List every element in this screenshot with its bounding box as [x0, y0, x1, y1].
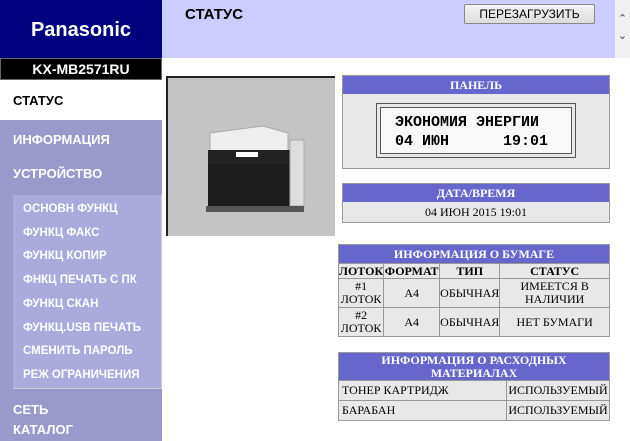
model-name: KX-MB2571RU: [0, 58, 162, 80]
header: СТАТУС ПЕРЕЗАГРУЗИТЬ: [162, 0, 615, 58]
scroll-down-icon[interactable]: ⌄: [615, 29, 630, 42]
lcd-display: ЭКОНОМИЯ ЭНЕРГИИ 04 ИЮН 19:01: [376, 103, 576, 158]
col-tray: ЛОТОК: [337, 263, 385, 279]
cell: ОБЫЧНАЯ: [439, 278, 501, 308]
table-row: БАРАБАН ИСПОЛЬЗУЕМЫЙ: [338, 400, 610, 421]
sidebar-item-device[interactable]: УСТРОЙСТВО: [13, 166, 102, 181]
submenu-change-password[interactable]: СМЕНИТЬ ПАРОЛЬ: [23, 345, 133, 357]
reload-button[interactable]: ПЕРЕЗАГРУЗИТЬ: [464, 4, 595, 24]
header-scrollbar[interactable]: ⌃ ⌄: [615, 0, 630, 58]
submenu-usb-print[interactable]: ФУНКЦ.USB ПЕЧАТЬ: [23, 322, 141, 334]
consumables-section: ИНФОРМАЦИЯ О РАСХОДНЫХ МАТЕРИАЛАХ ТОНЕР …: [338, 352, 610, 421]
page-title: СТАТУС: [185, 6, 244, 23]
printer-icon: [206, 125, 305, 212]
sidebar-item-network[interactable]: СЕТЬ: [13, 402, 48, 417]
submenu-basic[interactable]: ОСНОВН ФУНКЦ: [23, 203, 118, 215]
sidebar: ИНФОРМАЦИЯ УСТРОЙСТВО ОСНОВН ФУНКЦ ФУНКЦ…: [0, 120, 162, 441]
cell: ИСПОЛЬЗУЕМЫЙ: [506, 400, 610, 421]
cell: ИСПОЛЬЗУЕМЫЙ: [506, 380, 610, 401]
cell: БАРАБАН: [338, 400, 507, 421]
col-status: СТАТУС: [499, 263, 610, 279]
printer-image: [166, 76, 335, 236]
panel-section: ПАНЕЛЬ ЭКОНОМИЯ ЭНЕРГИИ 04 ИЮН 19:01: [342, 75, 610, 169]
brand-text: Panasonic: [30, 18, 132, 41]
cell: ТОНЕР КАРТРИДЖ: [338, 380, 507, 401]
table-row: #2 ЛОТОК A4 ОБЫЧНАЯ НЕТ БУМАГИ: [337, 307, 610, 337]
cell: НЕТ БУМАГИ: [499, 307, 610, 337]
sidebar-item-info[interactable]: ИНФОРМАЦИЯ: [13, 132, 110, 147]
consumables-title: ИНФОРМАЦИЯ О РАСХОДНЫХ МАТЕРИАЛАХ: [338, 352, 610, 381]
sidebar-item-catalog[interactable]: КАТАЛОГ: [13, 422, 73, 437]
table-row: #1 ЛОТОК A4 ОБЫЧНАЯ ИМЕЕТСЯ В НАЛИЧИИ: [337, 278, 610, 308]
sidebar-item-status[interactable]: СТАТУС: [0, 80, 162, 120]
paper-title: ИНФОРМАЦИЯ О БУМАГЕ: [338, 244, 610, 264]
device-submenu: ОСНОВН ФУНКЦ ФУНКЦ ФАКС ФУНКЦ КОПИР ФНКЦ…: [13, 195, 162, 389]
col-format: ФОРМАТ: [383, 263, 441, 279]
cell: #2 ЛОТОК: [337, 307, 385, 337]
submenu-scan[interactable]: ФУНКЦ СКАН: [23, 298, 98, 310]
submenu-restriction[interactable]: РЕЖ ОГРАНИЧЕНИЯ: [23, 369, 140, 381]
panasonic-logo: Panasonic: [0, 0, 162, 58]
datetime-title: ДАТА/ВРЕМЯ: [343, 184, 609, 202]
cell: ИМЕЕТСЯ В НАЛИЧИИ: [499, 278, 610, 308]
submenu-pc-print[interactable]: ФНКЦ ПЕЧАТЬ С ПК: [23, 274, 137, 286]
table-row: ТОНЕР КАРТРИДЖ ИСПОЛЬЗУЕМЫЙ: [338, 380, 610, 401]
submenu-fax[interactable]: ФУНКЦ ФАКС: [23, 227, 99, 239]
col-type: ТИП: [439, 263, 501, 279]
cell: ОБЫЧНАЯ: [439, 307, 501, 337]
lcd-line1: ЭКОНОМИЯ ЭНЕРГИИ: [395, 114, 540, 131]
cell: A4: [383, 278, 441, 308]
datetime-value: 04 ИЮН 2015 19:01: [425, 205, 527, 219]
panel-title: ПАНЕЛЬ: [343, 76, 609, 94]
scroll-up-icon[interactable]: ⌃: [615, 12, 630, 25]
cell: A4: [383, 307, 441, 337]
paper-section: ИНФОРМАЦИЯ О БУМАГЕ ЛОТОК ФОРМАТ ТИП СТА…: [337, 244, 610, 337]
datetime-section: ДАТА/ВРЕМЯ 04 ИЮН 2015 19:01: [342, 183, 610, 223]
submenu-copy[interactable]: ФУНКЦ КОПИР: [23, 250, 107, 262]
lcd-line2: 04 ИЮН 19:01: [395, 133, 549, 150]
cell: #1 ЛОТОК: [337, 278, 385, 308]
